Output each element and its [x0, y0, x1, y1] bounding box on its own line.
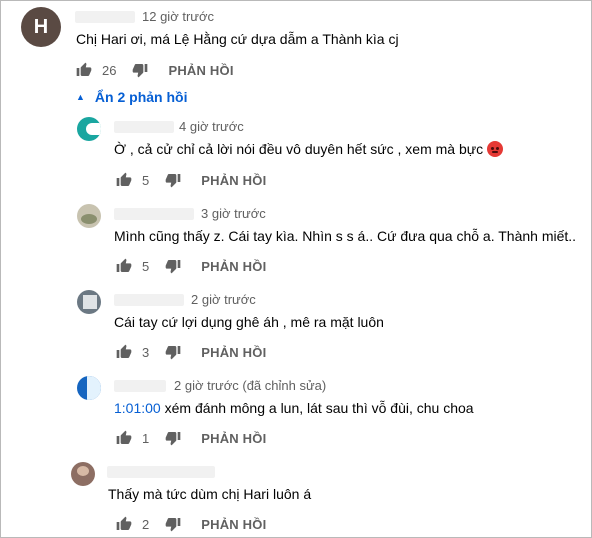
- reply-actions: 1 PHẢN HỒI: [116, 428, 266, 448]
- author-name-redacted[interactable]: [114, 208, 194, 220]
- reply-actions: 3 PHẢN HỒI: [116, 342, 266, 362]
- reply-text-content: xém đánh mông a lun, lát sau thì vỗ đùi,…: [160, 400, 474, 416]
- reply-button[interactable]: PHẢN HỒI: [201, 173, 266, 188]
- like-icon[interactable]: [116, 258, 132, 274]
- angry-face-emoji: [487, 141, 504, 157]
- avatar[interactable]: [77, 204, 101, 228]
- reply-text: Cái tay cứ lợi dụng ghê áh , mê ra mặt l…: [114, 314, 384, 330]
- reply-text: Thấy mà tức dùm chị Hari luôn á: [108, 486, 312, 502]
- like-count: 1: [142, 430, 150, 446]
- reply-actions: 2 PHẢN HỒI: [116, 514, 266, 534]
- like-icon[interactable]: [116, 430, 132, 446]
- reply-button[interactable]: PHẢN HỒI: [201, 259, 266, 274]
- author-name-redacted[interactable]: [107, 466, 215, 478]
- like-count: 2: [142, 516, 150, 532]
- reply-button[interactable]: PHẢN HỒI: [201, 431, 266, 446]
- reply-button[interactable]: PHẢN HỒI: [201, 345, 266, 360]
- like-icon[interactable]: [76, 62, 92, 78]
- like-icon[interactable]: [116, 344, 132, 360]
- reply-text: Ờ , cả cử chỉ cả lời nói đều vô duyên hế…: [114, 141, 504, 157]
- dislike-icon[interactable]: [165, 430, 181, 446]
- reply-text: Mình cũng thấy z. Cái tay kìa. Nhìn s s …: [114, 228, 577, 244]
- avatar[interactable]: [77, 290, 101, 314]
- hide-replies-button[interactable]: ▲ Ẩn 2 phản hồi: [76, 89, 187, 105]
- avatar[interactable]: H: [21, 7, 61, 47]
- like-count: 3: [142, 344, 150, 360]
- comment-time[interactable]: 2 giờ trước (đã chỉnh sửa): [174, 378, 326, 393]
- dislike-icon[interactable]: [165, 172, 181, 188]
- like-count: 5: [142, 172, 150, 188]
- reply-text-content: Ờ , cả cử chỉ cả lời nói đều vô duyên hế…: [114, 141, 484, 157]
- chevron-up-icon: ▲: [76, 92, 85, 102]
- like-count: 5: [142, 258, 150, 274]
- reply-actions: 5 PHẢN HỒI: [116, 256, 266, 276]
- reply-text: 1:01:00 xém đánh mông a lun, lát sau thì…: [114, 400, 474, 416]
- comment-thread-frame: [0, 0, 592, 538]
- like-icon[interactable]: [116, 172, 132, 188]
- reply-button[interactable]: PHẢN HỒI: [168, 63, 233, 78]
- avatar[interactable]: [71, 462, 95, 486]
- comment-time[interactable]: 12 giờ trước: [142, 9, 214, 24]
- hide-replies-label: Ẩn 2 phản hồi: [94, 89, 188, 105]
- comment-time[interactable]: 2 giờ trước: [191, 292, 256, 307]
- comment-text: Chị Hari ơi, má Lệ Hằng cứ dựa dẫm a Thà…: [76, 31, 399, 47]
- author-name-redacted[interactable]: [114, 294, 184, 306]
- dislike-icon[interactable]: [132, 62, 148, 78]
- author-name-redacted[interactable]: [114, 380, 166, 392]
- dislike-icon[interactable]: [165, 258, 181, 274]
- like-count: 26: [102, 62, 117, 78]
- dislike-icon[interactable]: [165, 344, 181, 360]
- dislike-icon[interactable]: [165, 516, 181, 532]
- comment-time[interactable]: 4 giờ trước: [179, 119, 244, 134]
- comment-actions: 26 PHẢN HỒI: [76, 60, 234, 80]
- video-timestamp-link[interactable]: 1:01:00: [114, 400, 161, 416]
- avatar[interactable]: [77, 117, 101, 141]
- avatar[interactable]: [77, 376, 101, 400]
- like-icon[interactable]: [116, 516, 132, 532]
- comment-time[interactable]: 3 giờ trước: [201, 206, 266, 221]
- author-name-redacted[interactable]: [114, 121, 174, 133]
- reply-actions: 5 PHẢN HỒI: [116, 170, 266, 190]
- author-name-redacted[interactable]: [75, 11, 135, 23]
- reply-button[interactable]: PHẢN HỒI: [201, 517, 266, 532]
